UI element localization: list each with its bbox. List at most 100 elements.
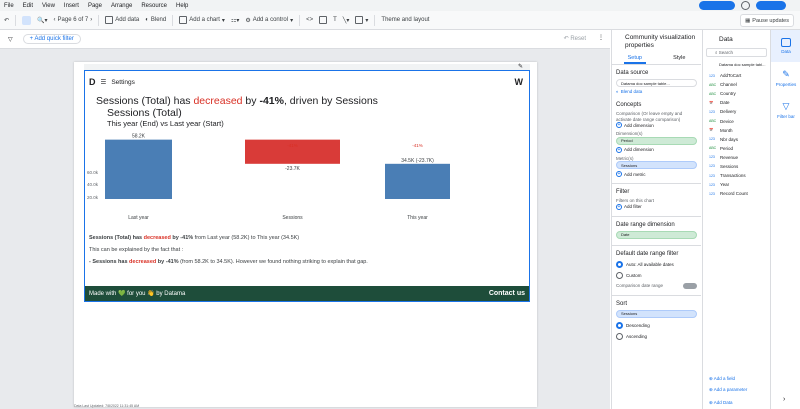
- field-item[interactable]: 123 Transactions: [703, 171, 770, 180]
- add-chart-button[interactable]: Add a chart ▾: [179, 16, 225, 24]
- add-field-button[interactable]: ⊕ Add a field: [709, 376, 735, 382]
- field-item[interactable]: 123 Revenue: [703, 153, 770, 162]
- date-chip[interactable]: Date: [616, 230, 697, 239]
- field-item[interactable]: 123 AddToCart: [703, 71, 770, 80]
- field-item[interactable]: ABC Channel: [703, 80, 770, 89]
- settings-label[interactable]: Settings: [111, 79, 135, 86]
- rail-properties[interactable]: ✎ Properties: [771, 62, 800, 94]
- menu-page[interactable]: Page: [88, 3, 102, 9]
- add-control-button[interactable]: ⚙ Add a control ▾: [245, 17, 293, 24]
- menu-resource[interactable]: Resource: [141, 3, 167, 9]
- undo-icon[interactable]: ↶: [4, 17, 9, 24]
- chart-header: D ☰ Settings W: [85, 75, 529, 89]
- chevron-right-icon[interactable]: ›: [783, 396, 785, 403]
- field-item[interactable]: ABC Device: [703, 116, 770, 125]
- image-icon[interactable]: [319, 16, 328, 24]
- sort-chip[interactable]: Sessions: [616, 309, 697, 318]
- field-type-icon: 123: [709, 137, 715, 142]
- concepts-heading: Concepts: [616, 102, 642, 108]
- blend-data-link[interactable]: ◐ Blend data: [616, 89, 697, 94]
- field-type-icon: 123: [709, 109, 715, 114]
- community-chart[interactable]: D ☰ Settings W Sessions (Total) has decr…: [84, 70, 530, 302]
- rail-filter-bar[interactable]: ▽ Filter bar: [771, 94, 800, 126]
- menu-arrange[interactable]: Arrange: [111, 3, 132, 9]
- filter-icon[interactable]: ▽: [8, 36, 13, 43]
- contact-us-link[interactable]: Contact us: [489, 290, 525, 297]
- dimension-chip-period[interactable]: Period: [616, 136, 697, 145]
- custom-date-radio[interactable]: Custom: [616, 271, 697, 279]
- grid-icon: ▦: [745, 17, 751, 24]
- waterfall-chart: 60.0k 40.0k 20.0k 58.2K Last year -23.7K -41% S…: [87, 134, 450, 221]
- add-data-button[interactable]: Add data: [105, 16, 139, 24]
- field-type-icon: 📅: [709, 128, 714, 133]
- more-icon[interactable]: ⋮: [598, 34, 604, 41]
- menu-view[interactable]: View: [42, 3, 55, 9]
- add-data-panel-button[interactable]: ⊕ Add Data: [709, 400, 733, 406]
- blend-button[interactable]: ◐ Blend: [145, 17, 166, 23]
- rail-data[interactable]: Data: [771, 30, 800, 62]
- auto-label: Auto: All available dates: [626, 261, 674, 267]
- community-viz-icon[interactable]: ⚏▾: [231, 17, 239, 24]
- comparison-date-label: Comparison date range: [616, 282, 664, 288]
- theme-layout-button[interactable]: Theme and layout: [381, 17, 429, 23]
- reset-button[interactable]: ↶ Reset: [564, 35, 586, 42]
- field-list: 123 AddToCart ABC Channel ABC Country 📅 Date 123…: [703, 71, 770, 198]
- concepts-section: Concepts Comparison (Or leave empty and …: [612, 97, 701, 177]
- field-name: Year: [720, 182, 730, 188]
- tab-style[interactable]: Style: [669, 53, 689, 64]
- y-tick-label: 40.0k: [87, 182, 99, 187]
- default-date-heading: Default date range filter: [616, 250, 679, 257]
- add-filter-button[interactable]: + Add filter: [616, 203, 697, 210]
- search-input[interactable]: ⌕ Search: [706, 48, 767, 57]
- field-item[interactable]: 123 Record Count: [703, 189, 770, 198]
- menu-file[interactable]: File: [4, 3, 14, 9]
- account-icon[interactable]: [741, 1, 750, 10]
- chart-title: Sessions (Total) has decreased by -41%, …: [96, 95, 416, 119]
- field-item[interactable]: ABC Period: [703, 144, 770, 153]
- add-parameter-button[interactable]: ⊕ Add a parameter: [709, 387, 747, 393]
- code-icon[interactable]: <>: [306, 17, 313, 23]
- hamburger-icon[interactable]: ☰: [101, 78, 107, 86]
- line-icon[interactable]: ╲▾: [343, 17, 350, 24]
- add-data-label: Add data: [115, 17, 140, 23]
- auto-date-radio[interactable]: Auto: All available dates: [616, 260, 697, 268]
- share-button[interactable]: [699, 1, 735, 10]
- text-icon[interactable]: T: [333, 17, 337, 23]
- field-item[interactable]: 📅 Month: [703, 126, 770, 135]
- menu-insert[interactable]: Insert: [64, 3, 79, 9]
- metric-chip-sessions[interactable]: Sessions: [616, 161, 697, 169]
- summary-line-1: Sessions (Total) has decreased by -41% f…: [89, 235, 519, 242]
- shape-icon[interactable]: ▾: [355, 16, 368, 24]
- pause-updates-button[interactable]: ▦ Pause updates: [740, 14, 794, 27]
- page-nav[interactable]: ‹ Page 6 of 7 ›: [54, 17, 93, 23]
- field-item[interactable]: 123 Delivery: [703, 107, 770, 116]
- field-item[interactable]: 123 Nbr days: [703, 135, 770, 144]
- control-icon: ⚙: [245, 17, 251, 24]
- filter-section: Filter Filters on this chart + Add filter: [612, 184, 701, 210]
- add-chart-label: Add a chart: [189, 17, 220, 23]
- field-item[interactable]: 123 Year: [703, 180, 770, 189]
- menu-edit[interactable]: Edit: [23, 3, 33, 9]
- field-item[interactable]: 123 Sessions: [703, 162, 770, 171]
- select-cursor-icon[interactable]: [22, 15, 32, 25]
- props-title: Community visualization properties: [612, 30, 701, 50]
- add-data-icon: [105, 16, 114, 24]
- tab-setup[interactable]: Setup: [623, 53, 646, 64]
- add-dimension-button-2[interactable]: + Add dimension: [616, 146, 697, 153]
- field-item[interactable]: 📅 Date: [703, 98, 770, 107]
- edit-pencil-icon[interactable]: ✎: [518, 63, 523, 70]
- field-item[interactable]: ABC Country: [703, 89, 770, 98]
- view-button[interactable]: [756, 1, 786, 10]
- menu-help[interactable]: Help: [176, 3, 188, 9]
- add-metric-button[interactable]: + Add metric: [616, 171, 697, 177]
- comparison-toggle[interactable]: [683, 282, 697, 289]
- add-dimension-button[interactable]: + Add dimension: [616, 122, 697, 128]
- data-source-chip[interactable]: Datama doc sample table...: [616, 79, 697, 87]
- add-quick-filter-button[interactable]: + Add quick filter: [22, 34, 81, 44]
- descending-radio[interactable]: Descending: [616, 321, 697, 329]
- title-text: Sessions (Total) has: [96, 95, 194, 107]
- page-label: Page 6 of 7: [57, 17, 89, 23]
- zoom-icon[interactable]: 🔍▾: [37, 17, 47, 24]
- ascending-radio[interactable]: Ascending: [616, 332, 697, 340]
- add-filter-label: Add filter: [624, 204, 642, 209]
